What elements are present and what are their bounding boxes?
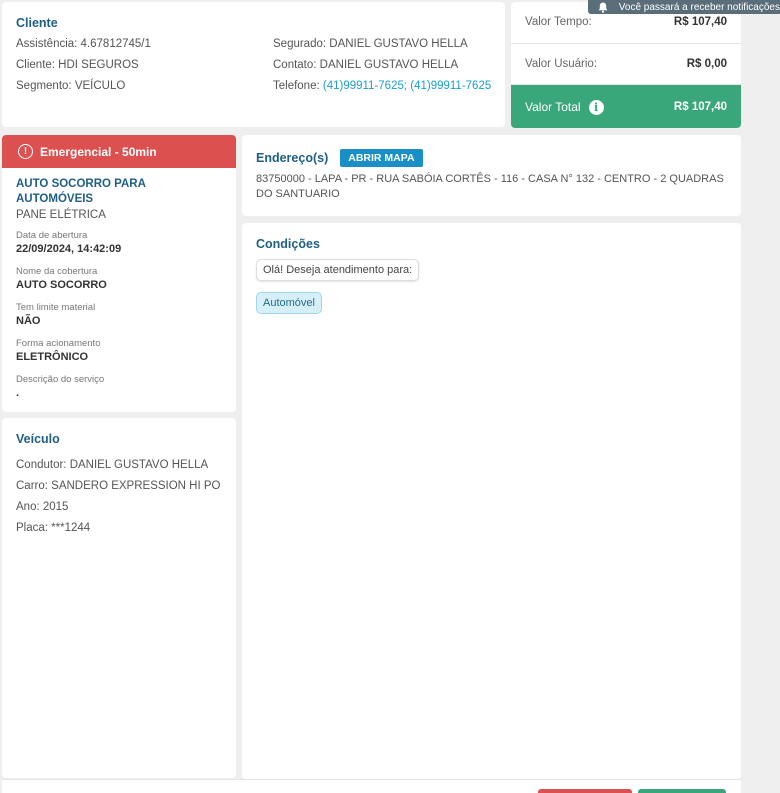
ano-text: Ano: 2015 [16,501,69,513]
field-value: . [16,387,20,399]
valor-total-label: Valor Total [525,100,581,114]
telefone-text: Telefone: (41)99911-7625; (41)99911-7625 [273,78,503,94]
segurado-text: Segurado: DANIEL GUSTAVO HELLA [273,38,468,50]
valores-card: Valor Tempo: R$ 107,40 Valor Usuário: R$… [511,2,741,128]
condutor-text: Condutor: DANIEL GUSTAVO HELLA [16,459,209,471]
field-label: Data de abertura [16,230,88,241]
field-label: Forma acionamento [16,338,101,349]
telefone-label: Telefone: [273,80,323,92]
valor-usuario-label: Valor Usuário: [525,58,598,70]
valor-tempo-value: R$ 107,40 [673,16,727,28]
field-value: 22/09/2024, 14:42:09 [16,243,122,255]
servico-card: ! Emergencial - 50min AUTO SOCORRO PARA … [2,135,236,412]
servico-subtitle: PANE ELÉTRICA [16,209,106,221]
abrir-mapa-button[interactable]: ABRIR MAPA [340,149,423,167]
footer-red-button[interactable] [538,789,632,793]
condicoes-title: Condições [256,237,320,251]
condicoes-card: Condições Olá! Deseja atendimento para: … [242,223,741,779]
field-label: Tem limite material [16,302,96,313]
bell-icon [588,2,619,13]
option-automovel-chip[interactable]: Automóvel [256,292,322,314]
endereco-title: Endereço(s) [256,151,329,165]
endereco-card: Endereço(s) ABRIR MAPA 83750000 - LAPA -… [242,135,741,216]
cliente-text: Cliente: HDI SEGUROS [16,59,139,71]
cliente-card: Cliente Assistência: 4.67812745/1 Segura… [2,2,505,127]
assistencia-text: Assistência: 4.67812745/1 [16,38,151,50]
valor-usuario-row: Valor Usuário: R$ 0,00 [511,44,741,85]
valor-total-value: R$ 107,40 [673,101,727,113]
field-value: ELETRÔNICO [16,351,89,363]
emergencial-label: Emergencial - 50min [40,144,157,159]
page: Cliente Assistência: 4.67812745/1 Segura… [0,0,780,793]
carro-text: Carro: SANDERO EXPRESSION HI PO [16,480,221,492]
valor-total-row: Valor Total i R$ 107,40 [511,85,741,128]
chat-message: Olá! Deseja atendimento para: [256,259,420,281]
field-value: AUTO SOCORRO [16,279,107,291]
notification-banner[interactable]: Você passará a receber notificações [588,0,780,14]
info-icon[interactable]: i [588,99,604,115]
field-label: Descrição do serviço [16,374,105,385]
field-label: Nome da cobertura [16,266,98,277]
veiculo-title: Veículo [16,432,60,446]
field-value: NÃO [16,315,41,327]
valor-tempo-label: Valor Tempo: [525,16,592,28]
footer-green-button[interactable] [638,789,726,793]
emergencial-header: ! Emergencial - 50min [2,135,236,168]
contato-text: Contato: DANIEL GUSTAVO HELLA [273,59,459,71]
veiculo-card: Veículo Condutor: DANIEL GUSTAVO HELLA C… [2,418,236,778]
servico-title: AUTO SOCORRO PARA AUTOMÓVEIS [16,178,146,205]
endereco-text: 83750000 - LAPA - PR - RUA SABÓIA CORTÊS… [256,173,724,200]
placa-text: Placa: ***1244 [16,522,91,534]
notification-text: Você passará a receber notificações [618,1,780,13]
valor-usuario-value: R$ 0,00 [686,58,727,70]
telefone-link[interactable]: (41)99911-7625; (41)99911-7625 [323,80,491,92]
alert-icon: ! [18,144,33,159]
segmento-text: Segmento: VEÍCULO [16,80,126,92]
cliente-title: Cliente [16,16,58,30]
